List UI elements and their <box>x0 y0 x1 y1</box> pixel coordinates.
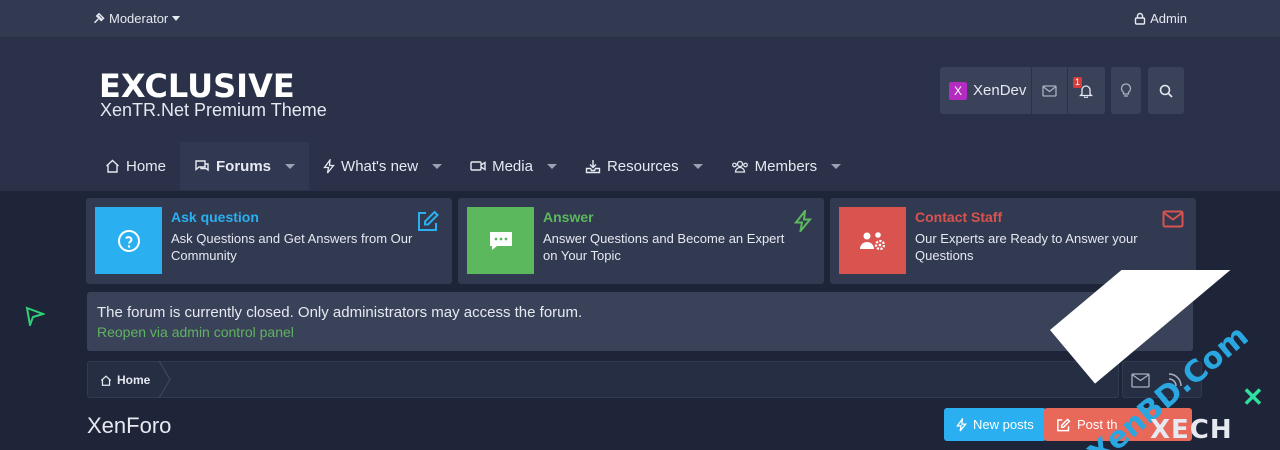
username: XenDev <box>973 82 1027 99</box>
tab-resources[interactable]: Resources <box>571 142 717 190</box>
tab-forums[interactable]: Forums <box>180 142 310 190</box>
admin-label: Admin <box>1150 11 1187 26</box>
tab-home[interactable]: Home <box>91 142 180 190</box>
site-tagline: XenTR.Net Premium Theme <box>100 100 327 120</box>
envelope-icon[interactable] <box>1131 373 1150 388</box>
envelope-icon <box>1042 84 1057 97</box>
comment-dots-icon <box>489 231 512 250</box>
video-camera-icon <box>470 161 486 171</box>
search-button[interactable] <box>1148 67 1184 114</box>
lock-icon <box>1134 12 1146 25</box>
page-title: XenForo <box>87 413 172 438</box>
envelope-icon <box>1162 210 1184 228</box>
chevron-down-icon[interactable] <box>285 163 296 169</box>
bolt-icon <box>956 417 967 431</box>
new-posts-button[interactable]: New posts <box>944 408 1046 441</box>
users-cog-icon <box>859 231 885 250</box>
alerts-button[interactable]: 1 <box>1068 67 1104 114</box>
card-title[interactable]: Answer <box>543 209 594 225</box>
lightbulb-icon <box>1120 83 1132 97</box>
card-description: Ask Questions and Get Answers from Our C… <box>171 231 413 263</box>
user-navigation: X XenDev 1 <box>940 67 1105 114</box>
card-title[interactable]: Contact Staff <box>915 209 1002 225</box>
contact-tile <box>839 207 906 274</box>
download-icon <box>585 159 601 173</box>
breadcrumb-actions <box>1122 361 1202 398</box>
rss-icon[interactable] <box>1167 372 1183 388</box>
home-icon <box>100 374 112 386</box>
style-toggle-button[interactable] <box>1111 67 1141 114</box>
main-navigation: Home Forums What's new Media Resources M… <box>91 142 855 190</box>
bolt-icon <box>794 210 812 232</box>
chevron-down-icon[interactable] <box>831 163 842 169</box>
staff-bar: Moderator Admin <box>0 0 1280 38</box>
home-icon <box>106 159 119 173</box>
tab-whats-new[interactable]: What's new <box>309 142 456 190</box>
alerts-badge: 1 <box>1073 77 1083 88</box>
breadcrumb-separator <box>158 361 171 398</box>
tab-home-label: Home <box>126 157 167 175</box>
inbox-button[interactable] <box>1032 67 1068 114</box>
notice-message: The forum is currently closed. Only admi… <box>97 304 583 321</box>
post-thread-label: Post th <box>1077 417 1118 432</box>
moderator-menu[interactable]: Moderator <box>93 11 181 26</box>
tab-members[interactable]: Members <box>717 142 856 190</box>
users-icon <box>731 160 748 173</box>
breadcrumb: Home <box>87 361 1119 398</box>
post-thread-button[interactable]: Post th <box>1044 408 1192 441</box>
question-circle-icon <box>117 229 140 252</box>
caret-down-icon <box>172 16 181 21</box>
question-tile <box>95 207 162 274</box>
tab-forums-label: Forums <box>216 157 272 175</box>
tab-media-label: Media <box>492 157 533 175</box>
search-icon <box>1159 84 1173 98</box>
moderator-label: Moderator <box>109 11 169 26</box>
feature-cards: Ask question Ask Questions and Get Answe… <box>86 198 1196 284</box>
watermark-mark: ✕ <box>1242 382 1264 412</box>
chevron-down-icon[interactable] <box>692 163 703 169</box>
edit-icon <box>418 210 439 231</box>
breadcrumb-home[interactable]: Home <box>100 373 150 387</box>
avatar: X <box>949 81 967 100</box>
card-contact-staff[interactable]: Contact Staff Our Experts are Ready to A… <box>830 198 1196 284</box>
account-link[interactable]: X XenDev <box>940 67 1032 114</box>
tab-media[interactable]: Media <box>456 142 571 190</box>
bolt-icon <box>323 158 335 173</box>
tab-whats-new-label: What's new <box>341 157 419 175</box>
flag-icon <box>25 306 45 326</box>
comments-icon <box>195 160 209 172</box>
admin-link[interactable]: Admin <box>1134 11 1187 26</box>
gavel-icon <box>93 12 105 23</box>
tab-members-label: Members <box>754 157 818 175</box>
card-ask-question[interactable]: Ask question Ask Questions and Get Answe… <box>86 198 452 284</box>
card-description: Answer Questions and Become an Expert on… <box>543 231 785 263</box>
forum-closed-notice: The forum is currently closed. Only admi… <box>87 292 1193 351</box>
site-header: EXCLUSIVE XenTR.Net Premium Theme X XenD… <box>0 38 1280 191</box>
card-answer[interactable]: Answer Answer Questions and Become an Ex… <box>458 198 824 284</box>
chevron-down-icon[interactable] <box>432 163 443 169</box>
answer-tile <box>467 207 534 274</box>
reopen-link[interactable]: Reopen via admin control panel <box>97 324 294 340</box>
card-title[interactable]: Ask question <box>171 209 259 225</box>
chevron-down-icon[interactable] <box>546 163 557 169</box>
tab-resources-label: Resources <box>606 157 679 175</box>
edit-icon <box>1057 417 1071 431</box>
new-posts-label: New posts <box>973 417 1034 432</box>
breadcrumb-home-label: Home <box>117 373 151 387</box>
card-description: Our Experts are Ready to Answer your Que… <box>915 231 1138 263</box>
